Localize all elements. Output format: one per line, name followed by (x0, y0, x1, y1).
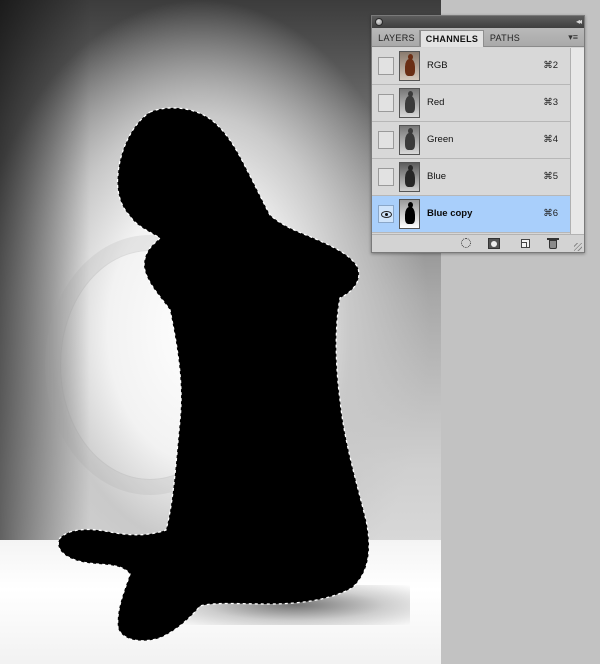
channel-shortcut: ⌘4 (543, 134, 558, 145)
collapse-icon[interactable]: ◂◂ (576, 16, 582, 28)
channel-row-blue[interactable]: Blue ⌘5 (372, 159, 570, 196)
channel-shortcut: ⌘6 (543, 208, 558, 219)
new-channel-icon[interactable] (520, 238, 532, 249)
panel-scrollbar[interactable] (570, 48, 584, 234)
channel-thumbnail (399, 162, 420, 192)
channel-thumbnail (399, 51, 420, 81)
tab-layers[interactable]: LAYERS (374, 30, 420, 47)
visibility-toggle[interactable] (378, 168, 394, 186)
visibility-toggle[interactable] (378, 205, 394, 223)
close-icon[interactable] (375, 18, 383, 26)
visibility-toggle[interactable] (378, 94, 394, 112)
channel-row-rgb[interactable]: RGB ⌘2 (372, 48, 570, 85)
visibility-toggle[interactable] (378, 131, 394, 149)
channel-name: Blue copy (427, 208, 473, 219)
channel-thumbnail (399, 125, 420, 155)
resize-grip-icon[interactable] (574, 243, 582, 251)
channel-thumbnail (399, 88, 420, 118)
tab-paths[interactable]: PATHS (484, 30, 526, 47)
save-selection-icon[interactable] (488, 238, 500, 249)
channel-list: RGB ⌘2 Red ⌘3 Green ⌘4 Blue ⌘5 Blue copy (372, 48, 570, 234)
channel-row-green[interactable]: Green ⌘4 (372, 122, 570, 159)
channel-shortcut: ⌘3 (543, 97, 558, 108)
channels-panel[interactable]: ◂◂ LAYERS CHANNELS PATHS ▾≡ RGB ⌘2 Red ⌘… (371, 15, 585, 253)
channel-name: Red (427, 97, 445, 108)
channel-shortcut: ⌘2 (543, 60, 558, 71)
channel-row-blue-copy[interactable]: Blue copy ⌘6 (372, 196, 570, 233)
tab-channels[interactable]: CHANNELS (420, 30, 484, 47)
channel-name: RGB (427, 60, 448, 71)
channel-row-red[interactable]: Red ⌘3 (372, 85, 570, 122)
visibility-toggle[interactable] (378, 57, 394, 75)
trash-icon[interactable] (547, 238, 559, 249)
channel-shortcut: ⌘5 (543, 171, 558, 182)
panel-titlebar[interactable]: ◂◂ (372, 16, 584, 28)
panel-tabbar: LAYERS CHANNELS PATHS ▾≡ (372, 28, 584, 47)
panel-menu-icon[interactable]: ▾≡ (568, 31, 578, 43)
load-selection-icon[interactable] (460, 238, 472, 249)
figure-silhouette (57, 107, 370, 642)
channel-name: Blue (427, 171, 447, 182)
panel-footer (372, 234, 584, 252)
eye-icon (381, 211, 392, 218)
channel-thumbnail (399, 199, 420, 229)
channel-name: Green (427, 134, 454, 145)
